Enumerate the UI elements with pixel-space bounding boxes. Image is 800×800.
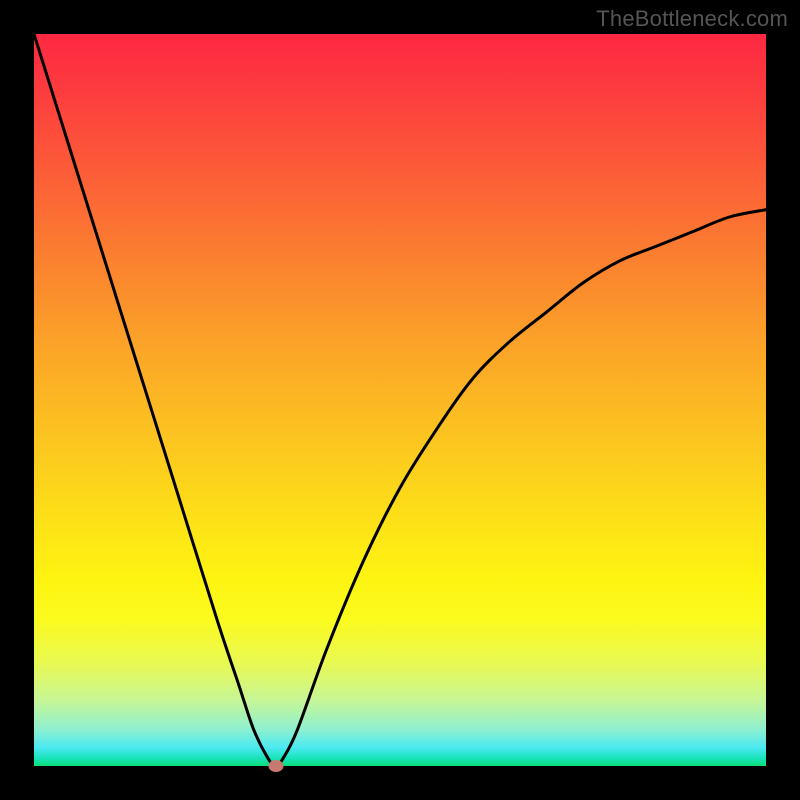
optimal-point-marker: [268, 760, 283, 772]
chart-plot-area: [34, 34, 766, 766]
bottleneck-curve: [34, 34, 766, 766]
watermark-text: TheBottleneck.com: [596, 6, 788, 32]
